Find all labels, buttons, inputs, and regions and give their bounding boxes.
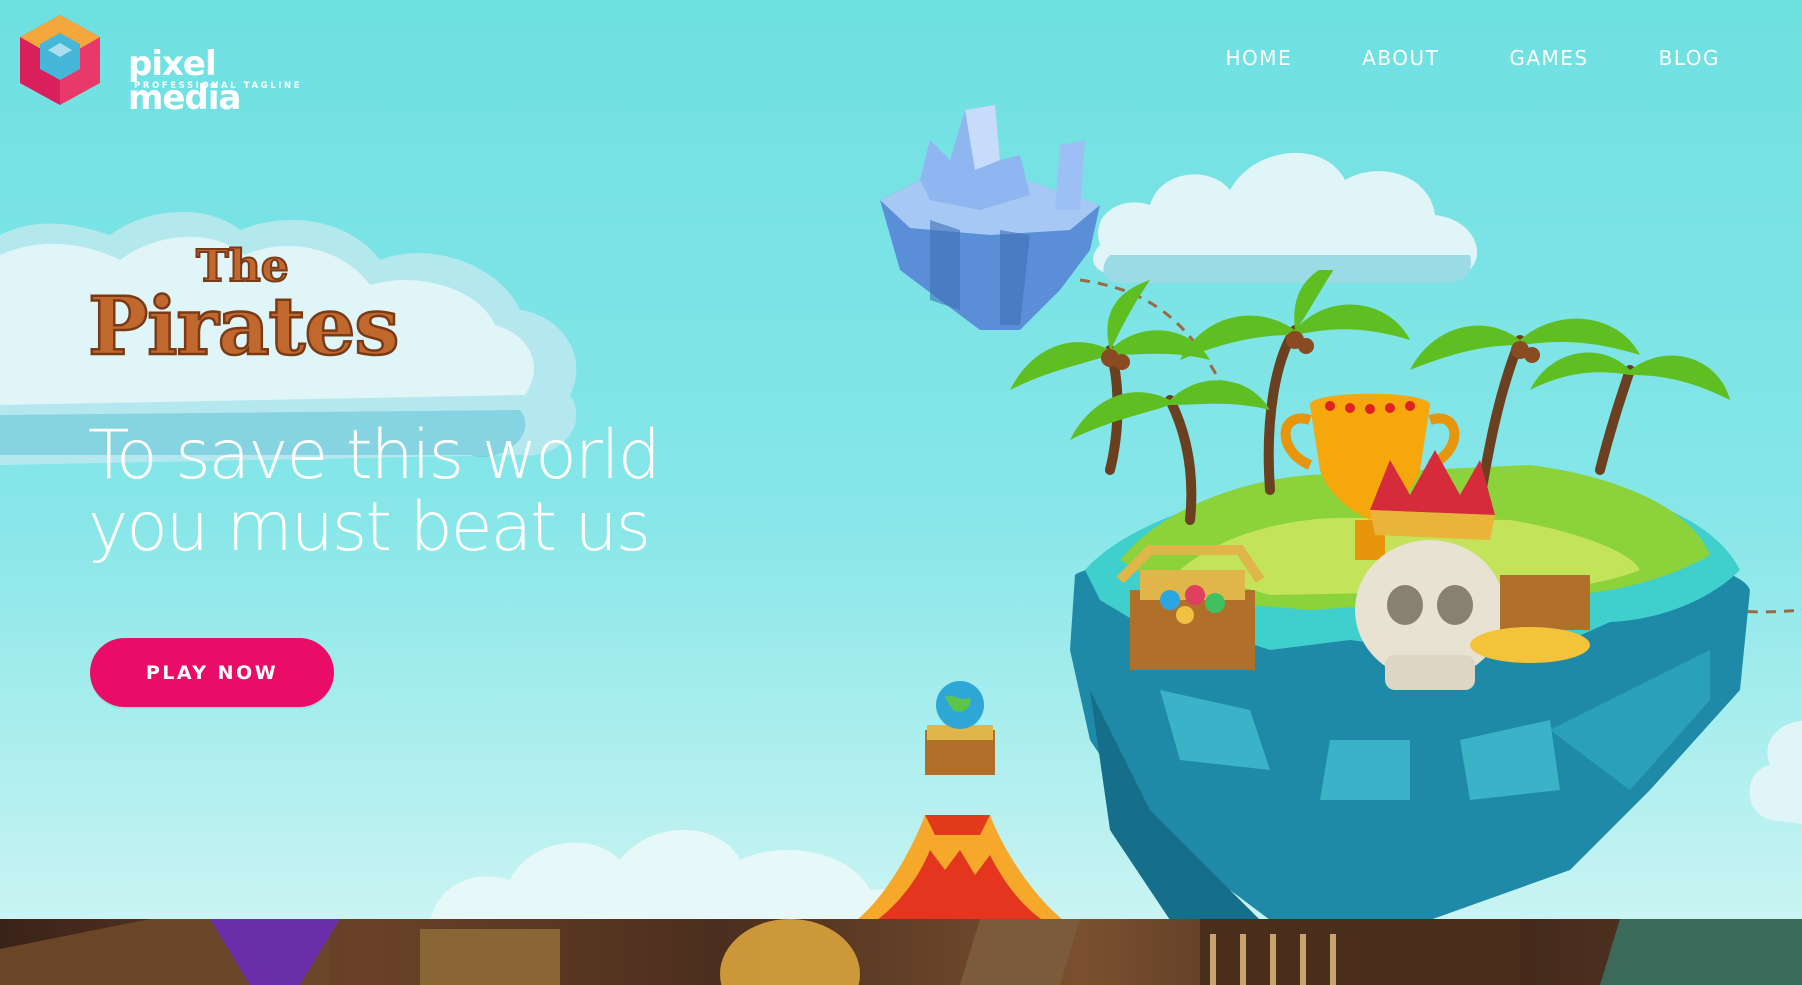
orb-chest (925, 681, 995, 775)
treasure-island (1010, 270, 1750, 919)
nav-blog[interactable]: BLOG (1659, 46, 1720, 70)
nav-home[interactable]: HOME (1225, 46, 1292, 70)
nav-about[interactable]: ABOUT (1362, 46, 1439, 70)
logo-tagline: PROFESSIONAL TAGLINE (134, 81, 303, 91)
volcano (857, 815, 1062, 919)
headline-line-1: To save this world (88, 416, 661, 495)
play-now-button[interactable]: PLAY NOW (90, 638, 334, 707)
headline-line-2: you must beat us (88, 488, 651, 567)
hexagon-cube-icon (20, 15, 100, 105)
hero-section: pixel media PROFESSIONAL TAGLINE HOME AB… (0, 0, 1802, 919)
game-title-logo: The Pirates (87, 240, 401, 371)
hero-headline: To save this world you must beat us (88, 420, 708, 564)
logo[interactable]: pixel media PROFESSIONAL TAGLINE (18, 13, 318, 115)
village-backdrop (0, 919, 1802, 985)
nav-games[interactable]: GAMES (1509, 46, 1588, 70)
svg-text:Pirates: Pirates (88, 279, 398, 371)
main-nav: HOME ABOUT GAMES BLOG (1155, 46, 1720, 70)
next-section-preview (0, 919, 1802, 985)
